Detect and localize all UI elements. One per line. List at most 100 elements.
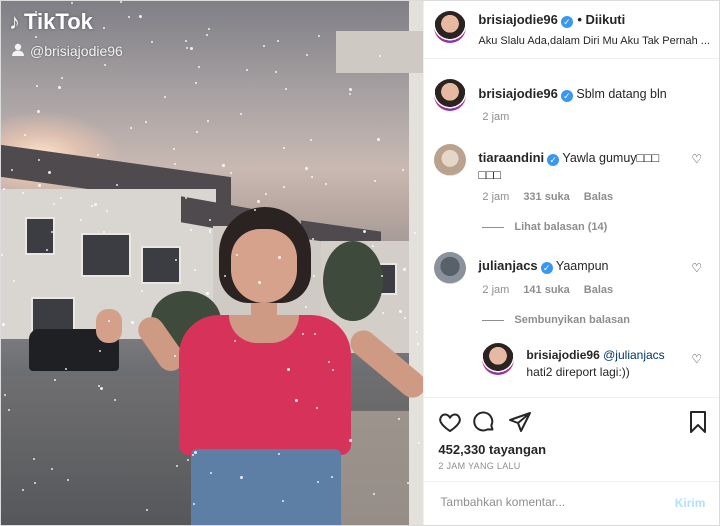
sparkle xyxy=(349,439,352,442)
verified-badge-icon: ✓ xyxy=(560,90,573,102)
sparkle xyxy=(139,15,142,18)
sparkle xyxy=(120,1,122,3)
view-replies[interactable]: Lihat balasan (14) xyxy=(482,221,607,233)
sparkle xyxy=(224,275,226,277)
sparkle xyxy=(60,197,62,199)
sparkle xyxy=(403,268,406,271)
sparkle xyxy=(24,134,26,136)
reply-mention[interactable]: @julianjacs xyxy=(603,348,665,362)
sparkle xyxy=(11,169,13,171)
sparkle xyxy=(13,280,15,282)
avatar[interactable] xyxy=(434,144,467,176)
sparkle xyxy=(246,69,248,71)
sparkle xyxy=(94,203,97,206)
sparkle xyxy=(209,219,211,221)
sparkle xyxy=(114,399,116,401)
sparkle xyxy=(176,465,178,467)
post-time[interactable]: 2 JAM YANG LALU xyxy=(438,461,520,471)
watermark-username: @brisiajodie96 xyxy=(11,43,123,59)
comment-input[interactable] xyxy=(438,494,663,510)
sparkle xyxy=(48,171,51,174)
sparkle xyxy=(210,472,212,474)
comment-meta: 2 jam 331 suka Balas xyxy=(482,191,613,203)
caption-username[interactable]: brisiajodie96 xyxy=(478,86,557,101)
sparkle xyxy=(312,238,314,240)
sparkle xyxy=(373,493,375,495)
window xyxy=(81,233,131,277)
video-player[interactable]: ♪ TikTok @brisiajodie96 xyxy=(1,1,424,525)
sparkle xyxy=(331,476,333,478)
sparkle xyxy=(263,45,265,47)
caption-time: 2 jam xyxy=(482,111,510,123)
like-comment-heart-icon[interactable]: ♡ xyxy=(691,262,703,274)
sparkle xyxy=(22,192,24,194)
post-viewer: ♪ TikTok @brisiajodie96 brisiajodie96 ✓ •… xyxy=(0,0,720,526)
like-reply-heart-icon[interactable]: ♡ xyxy=(691,353,703,365)
post-comment-button[interactable]: Kirim xyxy=(675,496,706,510)
sparkle xyxy=(240,113,242,115)
sparkle xyxy=(305,167,308,170)
bio-text: Aku Slalu Ada,dalam Diri Mu Aku Tak Pern… xyxy=(478,35,710,47)
sparkle xyxy=(275,71,277,73)
comment-bubble-icon[interactable] xyxy=(472,410,496,434)
tree xyxy=(323,241,383,321)
view-replies-label[interactable]: Lihat balasan (14) xyxy=(514,221,607,233)
sparkle xyxy=(287,368,290,371)
sparkle xyxy=(374,180,376,182)
sparkle xyxy=(38,184,41,187)
comment-username[interactable]: julianjacs xyxy=(478,258,537,273)
bookmark-icon[interactable] xyxy=(686,410,710,434)
comments-list[interactable]: brisiajodie96 ✓ Sblm datang bln 2 jam tia… xyxy=(424,59,719,397)
window xyxy=(141,246,181,284)
view-count[interactable]: 452,330 tayangan xyxy=(438,442,546,457)
like-heart-icon[interactable] xyxy=(438,410,462,434)
hide-replies-label[interactable]: Sembunyikan balasan xyxy=(514,314,630,326)
sparkle xyxy=(285,88,287,90)
sparkle xyxy=(418,442,420,444)
reply-text: hati2 direport lagi:)) xyxy=(526,365,630,379)
sparkle xyxy=(283,186,285,188)
sparkle xyxy=(130,127,132,129)
reply-button[interactable]: Balas xyxy=(584,191,613,203)
sparkle xyxy=(185,197,187,199)
caption-meta: 2 jam xyxy=(482,111,509,123)
comment-username[interactable]: tiaraandini xyxy=(478,150,544,165)
divider xyxy=(482,226,505,228)
sparkle xyxy=(240,476,243,479)
sparkle xyxy=(103,27,105,29)
like-comment-heart-icon[interactable]: ♡ xyxy=(691,153,703,165)
sparkle xyxy=(310,139,312,141)
sparkle xyxy=(100,387,103,390)
watermark-username-text: @brisiajodie96 xyxy=(30,43,123,59)
header-username[interactable]: brisiajodie96 xyxy=(478,12,557,27)
share-paper-plane-icon[interactable] xyxy=(508,410,532,434)
sparkle xyxy=(190,229,192,231)
canopy xyxy=(336,31,424,73)
reply-button[interactable]: Balas xyxy=(584,284,613,296)
avatar[interactable] xyxy=(434,79,467,111)
sparkle xyxy=(314,333,316,335)
follow-status[interactable]: • Diikuti xyxy=(577,12,625,27)
avatar[interactable] xyxy=(482,343,515,375)
action-bar: 452,330 tayangan xyxy=(424,397,719,470)
sparkle xyxy=(151,41,153,43)
sparkle xyxy=(98,385,100,387)
sparkle xyxy=(175,259,177,261)
comment-composer: Kirim xyxy=(424,481,719,525)
sparkle xyxy=(1,254,3,256)
sparkle xyxy=(51,231,53,233)
sparkle xyxy=(186,47,188,49)
sparkle xyxy=(313,275,315,277)
hide-replies[interactable]: Sembunyikan balasan xyxy=(482,314,630,326)
comment-likes[interactable]: 141 suka xyxy=(523,284,569,296)
reply-username[interactable]: brisiajodie96 xyxy=(526,348,599,362)
sparkle xyxy=(99,350,101,352)
sparkle xyxy=(222,164,225,167)
sparkle xyxy=(104,64,106,66)
comment-likes[interactable]: 331 suka xyxy=(523,191,569,203)
sparkle xyxy=(173,148,175,150)
sparkle xyxy=(192,454,194,456)
avatar[interactable] xyxy=(434,11,467,43)
comment-time: 2 jam xyxy=(482,191,510,203)
avatar[interactable] xyxy=(434,252,467,284)
